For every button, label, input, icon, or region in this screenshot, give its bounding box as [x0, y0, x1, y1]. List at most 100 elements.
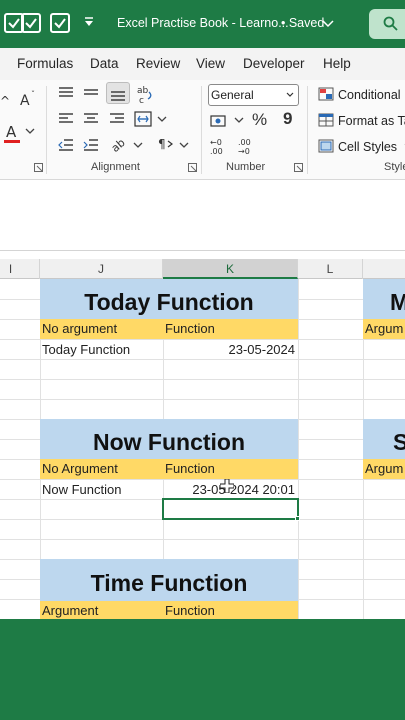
- svg-text:A: A: [20, 93, 30, 108]
- wrap-text-icon[interactable]: ab c: [137, 84, 155, 104]
- tab-formulas[interactable]: Formulas: [17, 56, 73, 71]
- partial-header-mid-label: Argum: [365, 461, 404, 476]
- align-right-icon[interactable]: [109, 112, 125, 126]
- decrease-indent-icon[interactable]: [58, 138, 74, 152]
- conditional-formatting-label: Conditional F: [338, 88, 405, 102]
- spreadsheet-grid[interactable]: Today Function No argument Function Toda…: [0, 279, 405, 619]
- chevron-down-icon[interactable]: [322, 20, 334, 28]
- column-headers: I J K L: [0, 259, 405, 279]
- accounting-format-icon[interactable]: [210, 113, 230, 129]
- time-function-title[interactable]: Time Function: [40, 559, 298, 601]
- cell-cursor-icon: [220, 479, 234, 493]
- svg-text:^: ^: [0, 94, 10, 108]
- column-header-m[interactable]: [363, 259, 405, 279]
- increase-decimal-icon[interactable]: ←0 .00: [210, 137, 230, 155]
- today-row-label[interactable]: Today Function: [42, 342, 130, 357]
- svg-text:←0: ←0: [210, 138, 222, 147]
- svg-text:¶: ¶: [158, 137, 166, 151]
- today-col1-header: No argument: [42, 321, 118, 336]
- bottom-align-icon: [111, 91, 125, 101]
- time-col1-header: Argument: [42, 603, 99, 618]
- text-direction-icon[interactable]: ¶: [158, 136, 176, 152]
- conditional-formatting-button[interactable]: Conditional F: [318, 87, 405, 102]
- decrease-decimal-icon[interactable]: .00 →0: [238, 137, 258, 155]
- comma-style-button[interactable]: 9: [283, 109, 292, 129]
- font-launcher-icon[interactable]: [34, 163, 43, 172]
- gridline: [0, 539, 405, 540]
- svg-text:ab: ab: [137, 86, 149, 96]
- gridline: [0, 359, 405, 360]
- ribbon: ^ A ˇ A ab c ab ¶ Alignment General % 9 …: [0, 80, 405, 180]
- increase-indent-icon[interactable]: [83, 138, 99, 152]
- column-header-l[interactable]: L: [298, 259, 363, 279]
- number-group-label: Number: [226, 161, 266, 173]
- alignment-launcher-icon[interactable]: [188, 163, 197, 172]
- partial-header-mid[interactable]: Argum: [363, 459, 405, 479]
- middle-align-icon[interactable]: [83, 86, 99, 100]
- column-i-label: I: [8, 262, 13, 276]
- now-row-label[interactable]: Now Function: [42, 482, 121, 497]
- decrease-font-icon[interactable]: A ˇ: [18, 90, 38, 108]
- tab-data[interactable]: Data: [90, 56, 119, 71]
- gridline: [0, 479, 405, 480]
- time-header-row[interactable]: Argument Function: [40, 601, 298, 619]
- column-k-label: K: [225, 262, 234, 276]
- quick-access-checkbox-icon-2[interactable]: [50, 13, 70, 33]
- today-header-row[interactable]: No argument Function: [40, 319, 298, 339]
- column-l-label: L: [326, 262, 334, 276]
- column-j-label: J: [98, 262, 104, 276]
- number-format-select[interactable]: General: [208, 84, 299, 106]
- chevron-down-icon[interactable]: [133, 142, 143, 150]
- now-header-row[interactable]: No Argument Function: [40, 459, 298, 479]
- document-title[interactable]: Excel Practise Book - Learno...: [117, 16, 289, 30]
- column-header-k[interactable]: K: [163, 259, 298, 279]
- orientation-icon[interactable]: ab: [110, 135, 130, 153]
- saved-status[interactable]: • Saved: [281, 16, 324, 30]
- percent-style-button[interactable]: %: [252, 110, 267, 130]
- svg-text:c: c: [139, 96, 144, 104]
- divider: [0, 250, 405, 251]
- partial-title-top[interactable]: M: [363, 279, 405, 319]
- merge-center-icon[interactable]: [134, 110, 152, 128]
- fill-handle[interactable]: [295, 516, 300, 521]
- tab-help[interactable]: Help: [323, 56, 351, 71]
- column-header-j[interactable]: J: [40, 259, 163, 279]
- today-row-value[interactable]: 23-05-2024: [166, 342, 296, 357]
- partial-title-mid[interactable]: S: [363, 419, 405, 459]
- quick-access-checkbox-icon[interactable]: [21, 13, 41, 33]
- gridline: [298, 279, 299, 619]
- increase-font-icon[interactable]: ^: [0, 92, 16, 108]
- search-button[interactable]: [369, 9, 405, 39]
- partial-header-top[interactable]: Argum: [363, 319, 405, 339]
- chevron-down-icon[interactable]: [157, 116, 167, 124]
- tab-review[interactable]: Review: [136, 56, 180, 71]
- now-function-title[interactable]: Now Function: [40, 419, 298, 459]
- selected-cell[interactable]: [162, 498, 299, 520]
- now-col1-header: No Argument: [42, 461, 118, 476]
- tab-view[interactable]: View: [196, 56, 225, 71]
- font-color-icon[interactable]: A: [4, 122, 20, 144]
- chevron-down-icon[interactable]: [179, 142, 189, 150]
- number-launcher-icon[interactable]: [294, 163, 303, 172]
- top-align-icon[interactable]: [58, 86, 74, 100]
- bottom-align-button[interactable]: [106, 82, 130, 104]
- align-center-icon[interactable]: [83, 112, 99, 126]
- gridline: [0, 399, 405, 400]
- align-left-icon[interactable]: [58, 112, 74, 126]
- ribbon-separator: [46, 86, 47, 174]
- chevron-down-icon[interactable]: [234, 117, 244, 125]
- today-col2-header: Function: [165, 321, 215, 336]
- alignment-group-label: Alignment: [91, 161, 140, 173]
- column-header-i[interactable]: I: [0, 259, 40, 279]
- today-function-title[interactable]: Today Function: [40, 279, 298, 319]
- ribbon-tabs: Formulas Data Review View Developer Help: [0, 48, 405, 80]
- now-col2-header: Function: [165, 461, 215, 476]
- cell-styles-button[interactable]: Cell Styles: [318, 139, 405, 154]
- title-bar: Excel Practise Book - Learno... • Saved: [0, 0, 405, 48]
- format-as-table-button[interactable]: Format as Ta: [318, 113, 405, 128]
- number-format-value: General: [211, 88, 254, 102]
- tab-developer[interactable]: Developer: [243, 56, 305, 71]
- customize-arrow-icon[interactable]: [82, 15, 96, 29]
- svg-text:ab: ab: [110, 136, 128, 153]
- chevron-down-icon[interactable]: [25, 128, 35, 136]
